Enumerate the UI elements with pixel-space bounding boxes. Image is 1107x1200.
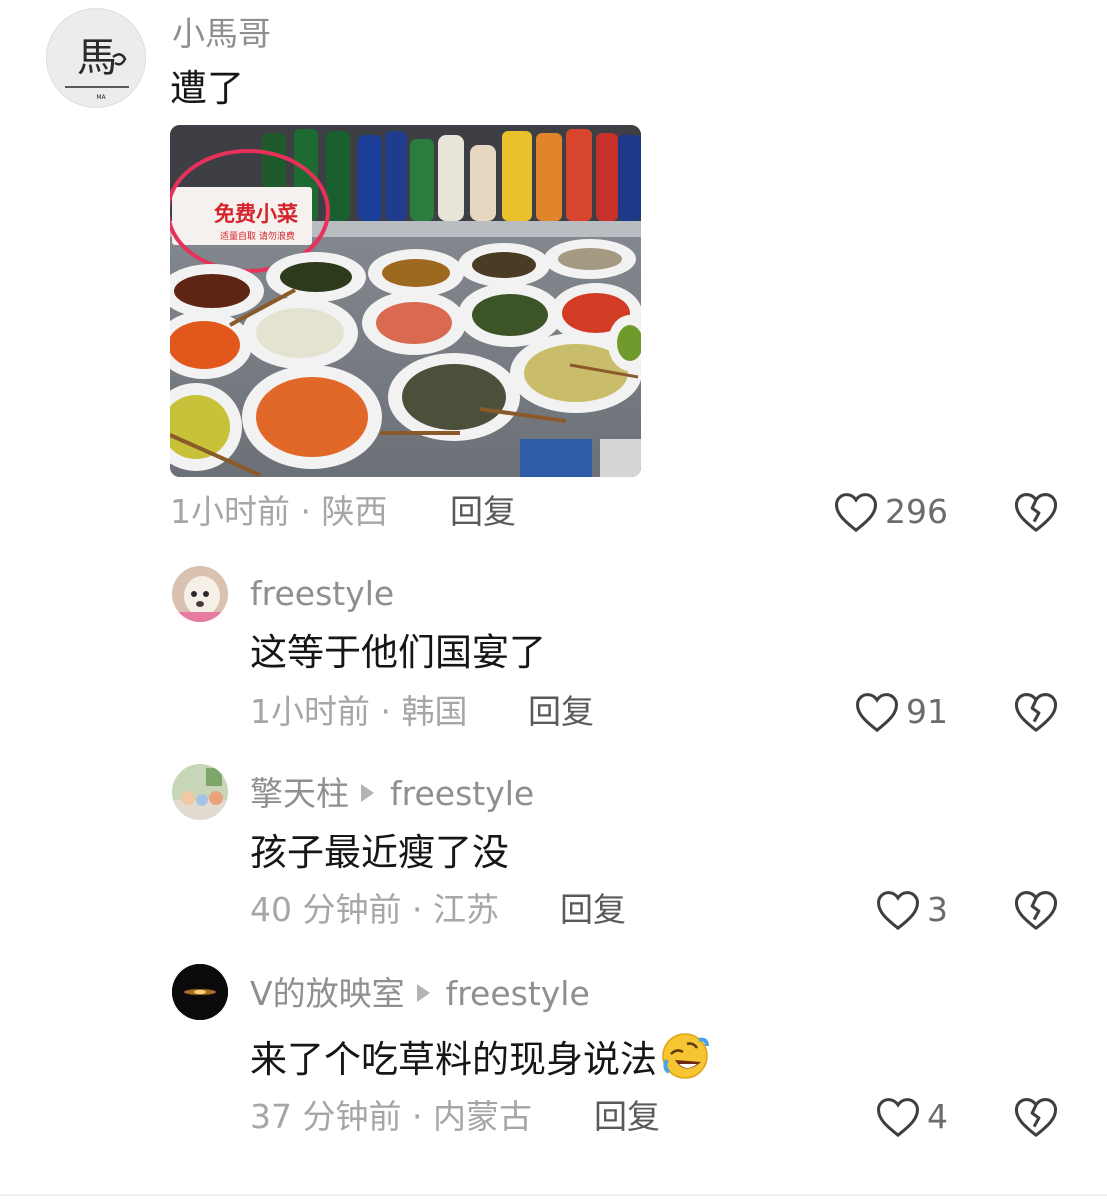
comment-text: 这等于他们国宴了 — [250, 631, 546, 674]
like-button[interactable]: 296 — [820, 490, 948, 534]
comment-time-location: 1小时前 · 陕西 — [170, 492, 388, 531]
avatar[interactable] — [172, 566, 228, 622]
reply-button[interactable]: 回复 — [528, 692, 594, 732]
heart-outline-icon — [834, 493, 878, 533]
avatar[interactable]: 馬 MA — [46, 8, 146, 108]
author-name[interactable]: freestyle — [250, 574, 394, 614]
like-button[interactable]: 91 — [820, 690, 948, 734]
broken-heart-icon[interactable] — [1013, 888, 1059, 932]
comment-text: 来了个吃草料的现身说法 — [250, 1030, 711, 1083]
broken-heart-icon[interactable] — [1013, 1095, 1059, 1139]
comment-text-content: 来了个吃草料的现身说法 — [250, 1038, 657, 1081]
like-count: 296 — [885, 492, 948, 531]
like-count: 4 — [927, 1097, 948, 1136]
heart-outline-icon — [876, 891, 920, 931]
comment-image[interactable]: 免费小菜 适量自取 请勿浪费 — [170, 125, 641, 477]
reply-item: V的放映室 freestyle 来了个吃草料的现身说法 37 分钟前 · 内蒙古 … — [0, 960, 1107, 1190]
heart-outline-icon — [855, 693, 899, 733]
author-name[interactable]: 小馬哥 — [172, 14, 271, 54]
comment-time-location: 1小时前 · 韩国 — [250, 692, 468, 731]
comment-item: 馬 MA 小馬哥 遭了 免费小菜 适量自取 请勿浪费 1小时前 · 陕西 回复 … — [0, 0, 1107, 560]
reply-arrow-icon — [361, 784, 374, 802]
broken-heart-icon[interactable] — [1013, 490, 1059, 534]
comment-text: 遭了 — [170, 67, 244, 110]
avatar[interactable] — [172, 964, 228, 1020]
rolling-on-floor-laughing-emoji — [662, 1033, 709, 1079]
reply-to-name[interactable]: freestyle — [390, 774, 534, 813]
avatar[interactable] — [172, 764, 228, 820]
reply-button[interactable]: 回复 — [450, 492, 516, 532]
avatar-caption: MA — [96, 94, 106, 101]
heart-outline-icon — [876, 1098, 920, 1138]
reply-arrow-icon — [416, 984, 430, 1002]
broken-heart-icon[interactable] — [1013, 690, 1059, 734]
author-name[interactable]: 擎天柱 freestyle — [250, 774, 534, 814]
avatar-logo-text: 馬 — [77, 35, 117, 81]
author-name-text: V的放映室 — [250, 974, 405, 1013]
like-count: 91 — [906, 692, 948, 731]
comment-time-location: 40 分钟前 · 江苏 — [250, 890, 499, 929]
sign-subtitle: 适量自取 请勿浪费 — [220, 230, 295, 242]
comment-text: 孩子最近瘦了没 — [250, 831, 509, 874]
like-button[interactable]: 4 — [820, 1095, 948, 1139]
like-count: 3 — [927, 890, 948, 929]
reply-button[interactable]: 回复 — [594, 1097, 660, 1137]
reply-item: freestyle 这等于他们国宴了 1小时前 · 韩国 回复 91 — [0, 560, 1107, 760]
reply-item: 擎天柱 freestyle 孩子最近瘦了没 40 分钟前 · 江苏 回复 3 — [0, 760, 1107, 960]
avatar-logo: 馬 MA — [65, 35, 129, 101]
divider — [0, 1194, 1107, 1196]
sign-title: 免费小菜 — [214, 202, 298, 226]
like-button[interactable]: 3 — [820, 888, 948, 932]
author-name[interactable]: V的放映室 freestyle — [250, 974, 590, 1014]
author-name-text: 擎天柱 — [250, 774, 349, 813]
reply-button[interactable]: 回复 — [560, 890, 626, 930]
reply-to-name[interactable]: freestyle — [446, 974, 590, 1013]
comment-time-location: 37 分钟前 · 内蒙古 — [250, 1097, 532, 1136]
